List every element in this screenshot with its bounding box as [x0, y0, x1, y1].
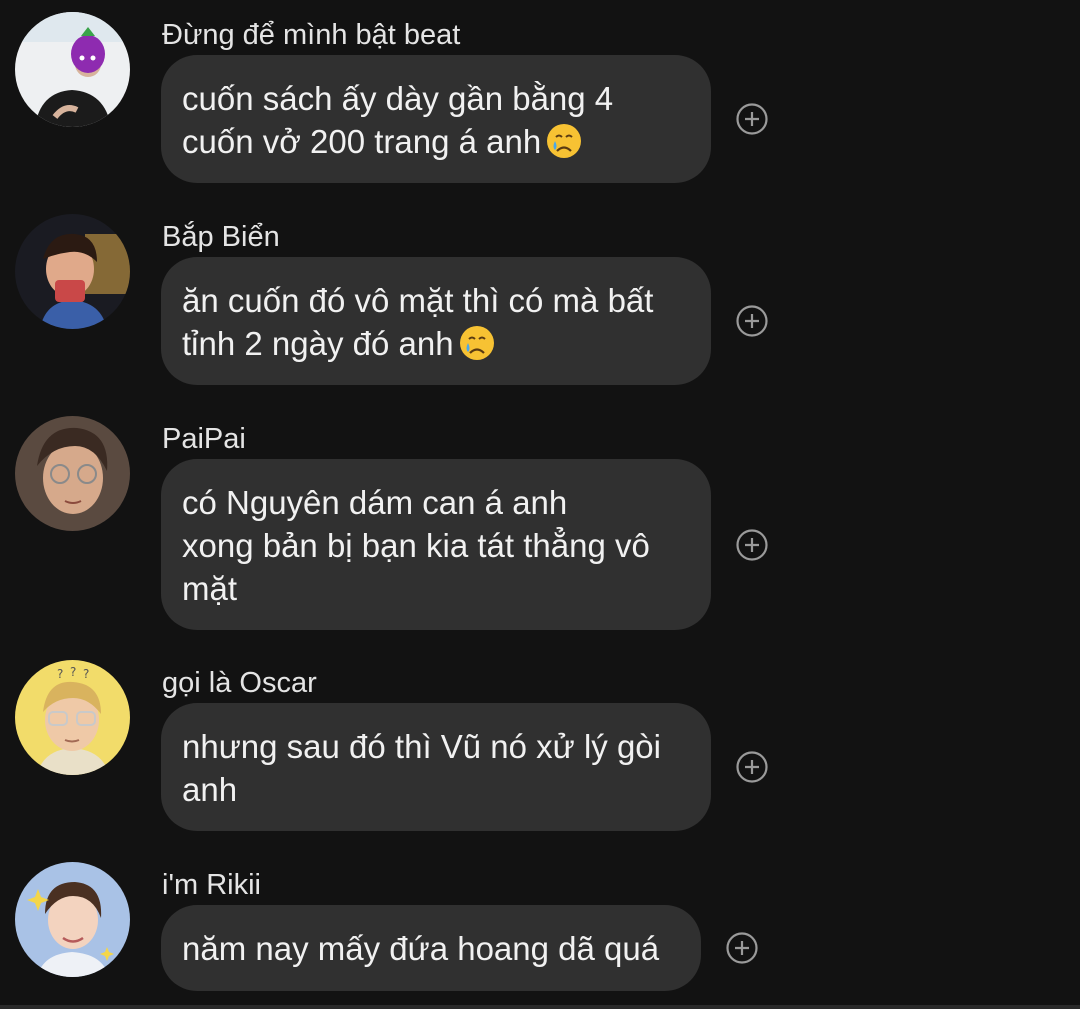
avatar[interactable]: [15, 214, 130, 329]
message-text: ăn cuốn đó vô mặt thì có mà bất tỉnh 2 n…: [182, 282, 654, 362]
add-reaction-icon[interactable]: [736, 305, 768, 337]
svg-text:?: ?: [70, 665, 76, 679]
message-text: năm nay mấy đứa hoang dã quá: [182, 930, 660, 967]
avatar[interactable]: ? ? ?: [15, 660, 130, 775]
message-bubble[interactable]: ăn cuốn đó vô mặt thì có mà bất tỉnh 2 n…: [161, 257, 711, 385]
avatar[interactable]: [15, 416, 130, 531]
svg-text:?: ?: [57, 667, 63, 681]
message-bubble[interactable]: năm nay mấy đứa hoang dã quá: [161, 905, 701, 991]
message-bubble[interactable]: có Nguyên dám can á anh xong bản bị bạn …: [161, 459, 711, 630]
add-reaction-icon[interactable]: [736, 103, 768, 135]
sender-name: i'm Rikii: [162, 869, 261, 901]
bottom-divider: [0, 1005, 1080, 1009]
message-bubble[interactable]: nhưng sau đó thì Vũ nó xử lý gòi anh: [161, 703, 711, 831]
add-reaction-icon[interactable]: [736, 529, 768, 561]
avatar[interactable]: [15, 12, 130, 127]
sender-name: Đừng để mình bật beat: [162, 19, 461, 51]
add-reaction-icon[interactable]: [726, 932, 758, 964]
crying-face-emoji-icon: [545, 122, 583, 160]
message-text: có Nguyên dám can á anh xong bản bị bạn …: [182, 484, 650, 607]
add-reaction-icon[interactable]: [736, 751, 768, 783]
svg-text:?: ?: [83, 667, 89, 681]
sender-name: gọi là Oscar: [162, 667, 317, 699]
chat-thread: Đừng để mình bật beat cuốn sách ấy dày g…: [0, 0, 1080, 1009]
crying-face-emoji-icon: [458, 324, 496, 362]
avatar[interactable]: [15, 862, 130, 977]
message-text: nhưng sau đó thì Vũ nó xử lý gòi anh: [182, 728, 661, 808]
sender-name: Bắp Biển: [162, 221, 280, 253]
sender-name: PaiPai: [162, 423, 246, 455]
message-bubble[interactable]: cuốn sách ấy dày gần bằng 4 cuốn vở 200 …: [161, 55, 711, 183]
